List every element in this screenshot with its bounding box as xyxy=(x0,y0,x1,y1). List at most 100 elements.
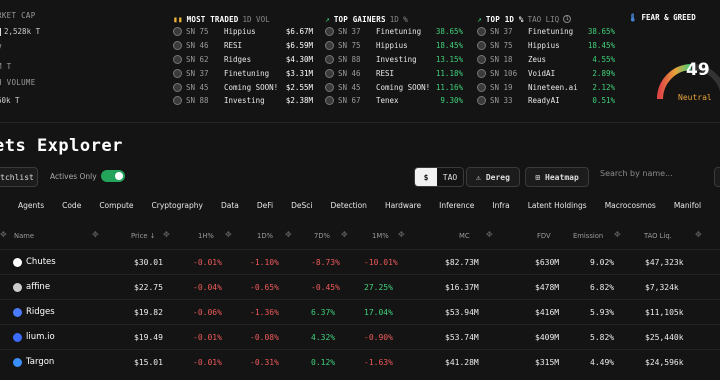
subnet-name: Finetuning xyxy=(224,68,270,78)
market-cap-cell: $16.37M xyxy=(445,283,479,292)
subnet-name[interactable]: Chutes xyxy=(26,257,56,267)
list-item[interactable]: SN 46 RESI 11.18% xyxy=(325,66,463,80)
currency-tao-button[interactable]: TAO xyxy=(437,168,463,186)
list-item[interactable]: SN 75 Hippius 18.45% xyxy=(477,39,615,53)
subnet-name[interactable]: Targon xyxy=(26,357,54,367)
drag-handle-icon[interactable]: ✥ xyxy=(398,230,405,239)
col-1d[interactable]: 1D% xyxy=(257,232,273,240)
list-item[interactable]: SN 37 Finetuning 38.65% xyxy=(325,25,463,39)
category-chip[interactable]: Cryptography xyxy=(152,201,203,210)
category-chip[interactable]: Compute xyxy=(99,201,133,210)
list-item[interactable]: SN 88 Investing 13.15% xyxy=(325,53,463,67)
col-1h[interactable]: 1H% xyxy=(198,232,214,240)
list-item[interactable]: SN 106 VoidAI 2.89% xyxy=(477,66,615,80)
subnet-name[interactable]: affine xyxy=(26,282,50,292)
category-chip[interactable]: Latent Holdings xyxy=(528,201,587,210)
subnet-id: SN 67 xyxy=(338,96,361,106)
list-item[interactable]: SN 45 Coming SOON! $2.55M xyxy=(173,80,313,94)
heatmap-button[interactable]: ⊞ Heatmap xyxy=(525,167,589,187)
list-item[interactable]: SN 67 Tenex 9.30% xyxy=(325,94,463,108)
col-price[interactable]: Price ↓ xyxy=(131,232,155,240)
category-chip[interactable]: Infra xyxy=(492,201,509,210)
watchlist-button[interactable]: tchlist xyxy=(0,167,38,187)
table-row[interactable]: Targon $15.01 -0.01% -0.31% 0.12% -1.63% $41.2… xyxy=(0,349,720,374)
subnet-value: 9.30% xyxy=(440,96,463,106)
info-icon[interactable]: i xyxy=(563,15,572,23)
subnet-name: Tenex xyxy=(376,96,399,106)
col-7d[interactable]: 7D% xyxy=(314,232,330,240)
change-1m-cell: -1.63% xyxy=(364,358,393,367)
category-chip[interactable]: Hardware xyxy=(385,201,421,210)
category-chip[interactable]: DeSci xyxy=(291,201,312,210)
subnet-value: $6.59M xyxy=(285,41,313,51)
tao-liquidity-cell: $7,324k xyxy=(645,283,679,292)
fear-greed-header: 🌡 FEAR & GREED xyxy=(628,13,696,22)
change-1d-cell: -0.65% xyxy=(250,283,279,292)
list-item[interactable]: SN 46 RESI $6.59M xyxy=(173,39,313,53)
lium-logo-icon xyxy=(13,333,22,342)
subnet-id: SN 75 xyxy=(186,27,209,37)
table-header: ✥ Name ✥ Price ↓ ✥ 1H% ✥ 1D% ✥ 7D% ✥ 1M%… xyxy=(0,229,720,245)
table-row[interactable]: Chutes $30.01 -0.01% -1.10% -8.73% -10.01% $82… xyxy=(0,249,720,274)
drag-handle-icon[interactable]: ✥ xyxy=(285,230,292,239)
drag-handle-icon[interactable]: ✥ xyxy=(163,230,170,239)
list-item[interactable]: SN 75 Hippius 18.45% xyxy=(325,39,463,53)
category-chip[interactable]: Data xyxy=(221,201,239,210)
market-cap-cell: $41.28M xyxy=(445,358,479,367)
page-title: ets Explorer xyxy=(0,136,123,156)
search-input[interactable]: Search by name... xyxy=(600,169,673,178)
col-emission[interactable]: Emission xyxy=(573,232,603,240)
list-item[interactable]: SN 19 Nineteen.ai 2.12% xyxy=(477,80,615,94)
drag-handle-icon[interactable]: ✥ xyxy=(92,230,99,239)
subnet-name[interactable]: lium.io xyxy=(26,332,55,342)
subnet-name: Hippius xyxy=(224,27,256,37)
category-filters: Agents Code Compute Cryptography Data DeFi DeS… xyxy=(18,201,719,210)
category-chip[interactable]: Manifol xyxy=(674,201,701,210)
category-chip[interactable]: Inference xyxy=(439,201,474,210)
drag-handle-icon[interactable]: ✥ xyxy=(341,230,348,239)
list-item[interactable]: SN 75 Hippius $6.67M xyxy=(173,25,313,39)
tao-liquidity-cell: $11,105k xyxy=(645,308,684,317)
top-gainers-panel: ↗ TOP GAINERS 1D % SN 37 Finetuning 38.65%… xyxy=(325,13,463,113)
list-item[interactable]: SN 88 Investing $2.38M xyxy=(173,94,313,108)
list-item[interactable]: SN 37 Finetuning $3.31M xyxy=(173,66,313,80)
section-divider xyxy=(0,122,720,123)
col-tao-liq[interactable]: TAO Liq. xyxy=(644,232,672,240)
list-item[interactable]: SN 37 Finetuning 38.65% xyxy=(477,25,615,39)
table-row[interactable]: Ridges $19.82 -0.06% -1.36% 6.37% 17.04% $53.9… xyxy=(0,299,720,324)
chutes-logo-icon xyxy=(13,258,22,267)
market-cap-cell: $53.74M xyxy=(445,333,479,342)
category-chip[interactable]: DeFi xyxy=(257,201,273,210)
table-row[interactable]: affine $22.75 -0.04% -0.65% -0.45% 27.25% $16.… xyxy=(0,274,720,299)
category-chip[interactable]: Code xyxy=(62,201,81,210)
search-extra-button[interactable] xyxy=(714,167,720,187)
v-label: V xyxy=(0,43,2,52)
actives-only-toggle[interactable] xyxy=(101,170,125,182)
col-1m[interactable]: 1M% xyxy=(372,232,389,240)
drag-handle-icon[interactable]: ✥ xyxy=(614,230,621,239)
dereg-button[interactable]: ⚠ Dereg xyxy=(466,167,520,187)
currency-usd-button[interactable]: $ xyxy=(415,168,437,186)
change-1h-cell: -0.01% xyxy=(193,333,222,342)
drag-handle-icon[interactable]: ✥ xyxy=(486,230,493,239)
list-item[interactable]: SN 45 Coming SOON! 11.16% xyxy=(325,80,463,94)
category-chip[interactable]: Agents xyxy=(18,201,44,210)
list-item[interactable]: SN 18 Zeus 4.55% xyxy=(477,53,615,67)
category-chip[interactable]: Detection xyxy=(331,201,367,210)
drag-handle-icon[interactable]: ✥ xyxy=(695,230,702,239)
col-name[interactable]: Name xyxy=(14,232,34,240)
col-mc[interactable]: MC xyxy=(459,232,470,240)
col-fdv[interactable]: FDV xyxy=(537,232,551,240)
drag-handle-icon[interactable]: ✥ xyxy=(0,230,7,239)
subnet-name[interactable]: Ridges xyxy=(26,307,55,317)
most-traded-panel: ▮▮ MOST TRADED 1D VOL SN 75 Hippius $6.67M… xyxy=(173,13,313,113)
subnet-value: 38.65% xyxy=(587,27,615,37)
list-item[interactable]: SN 33 ReadyAI 0.51% xyxy=(477,94,615,108)
table-row[interactable]: lium.io $19.49 -0.01% -0.08% 4.32% -0.90% $53.… xyxy=(0,324,720,349)
subnet-id: SN 37 xyxy=(186,68,209,78)
category-chip[interactable]: Macrocosmos xyxy=(605,201,656,210)
drag-handle-icon[interactable]: ✥ xyxy=(225,230,232,239)
currency-switch: $ TAO xyxy=(414,167,464,187)
list-item[interactable]: SN 62 Ridges $4.30M xyxy=(173,53,313,67)
subnet-name: VoidAI xyxy=(528,68,556,78)
